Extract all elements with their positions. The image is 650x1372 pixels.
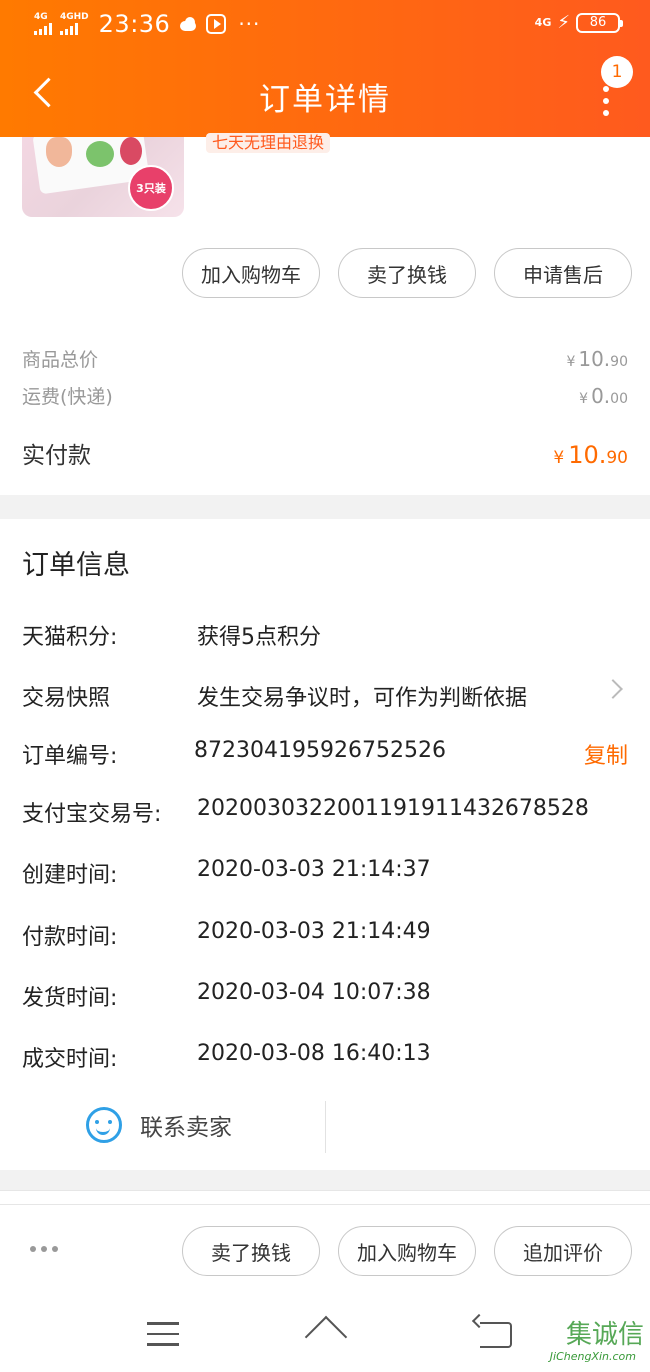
pack-badge: 3只装: [128, 165, 174, 211]
row-value: 获得5点积分: [197, 625, 321, 650]
bottom-action-row: 卖了换钱 加入购物车 追加评价: [182, 1226, 632, 1276]
divider: [325, 1101, 326, 1153]
row-key: 支付宝交易号:: [22, 802, 162, 827]
paid-total-label: 实付款: [22, 443, 91, 469]
row-key: 付款时间:: [22, 925, 118, 950]
notification-badge: 1: [601, 56, 633, 88]
network-label-1: 4G: [34, 12, 48, 22]
row-value: 2020-03-08 16:40:13: [197, 1041, 431, 1066]
row-value: 2020-03-03 21:14:49: [197, 919, 431, 944]
system-nav-bar: 集诚信 JiChengXin.com: [0, 1300, 650, 1372]
status-bar: 4G 4GHD 23:36 ··· 4G ⚡ 86: [0, 0, 650, 50]
battery-icon: 86: [576, 12, 623, 33]
add-review-button[interactable]: 追加评价: [494, 1226, 632, 1276]
page-title: 订单详情: [259, 82, 391, 118]
weather-cloud-icon: [178, 17, 198, 31]
goods-total-value: ¥10.90: [566, 347, 628, 371]
shipping-label: 运费(快递): [22, 386, 113, 408]
row-key: 创建时间:: [22, 863, 118, 888]
status-more-icon: ···: [238, 12, 261, 36]
row-value: 发生交易争议时，可作为判断依据: [197, 686, 528, 711]
network-label-2: 4GHD: [60, 12, 89, 22]
more-options-icon[interactable]: [594, 86, 618, 116]
order-info-card: 订单信息 天猫积分: 获得5点积分 交易快照 发生交易争议时，可作为判断依据 订…: [0, 519, 650, 1170]
row-key: 交易快照: [22, 686, 111, 711]
contact-seller-label: 联系卖家: [140, 1115, 232, 1141]
status-left: 4G 4GHD 23:36 ···: [34, 10, 260, 38]
video-app-icon: [206, 14, 227, 34]
contact-seller-button[interactable]: 联系卖家: [86, 1107, 232, 1143]
service-tag: 七天无理由退换: [206, 133, 331, 153]
row-key: 天猫积分:: [22, 625, 118, 650]
chat-smile-icon: [86, 1107, 122, 1143]
row-key: 发货时间:: [22, 986, 118, 1011]
product-thumbnail[interactable]: 3只装: [22, 137, 184, 217]
paid-total-value: ¥10.90: [553, 441, 628, 469]
order-info-title: 订单信息: [22, 550, 130, 581]
bottom-action-bar: 卖了换钱 加入购物车 追加评价: [0, 1204, 650, 1300]
resell-button[interactable]: 卖了换钱: [182, 1226, 320, 1276]
goods-total-row: 商品总价 ¥10.90: [22, 345, 628, 372]
add-to-cart-button[interactable]: 加入购物车: [338, 1226, 476, 1276]
row-value: 872304195926752526: [194, 738, 446, 763]
order-summary-card: 3只装 七天无理由退换 加入购物车 卖了换钱 申请售后 商品总价 ¥10.90 …: [0, 133, 650, 495]
app-header: 4G 4GHD 23:36 ··· 4G ⚡ 86 订单详情 1: [0, 0, 650, 137]
after-sales-button[interactable]: 申请售后: [494, 248, 632, 298]
status-time: 23:36: [98, 10, 171, 38]
add-to-cart-button[interactable]: 加入购物车: [182, 248, 320, 298]
menu-icon[interactable]: [147, 1322, 179, 1346]
snapshot-row[interactable]: 交易快照 发生交易争议时，可作为判断依据: [22, 679, 628, 711]
status-right: 4G ⚡ 86: [534, 12, 623, 33]
product-action-row: 加入购物车 卖了换钱 申请售后: [182, 248, 632, 298]
row-key: 成交时间:: [22, 1047, 118, 1072]
watermark-text: 集诚信: [565, 1320, 644, 1350]
watermark-url: JiChengXin.com: [549, 1350, 636, 1363]
row-value: 2020-03-03 21:14:37: [197, 857, 431, 882]
row-value: 2020-03-04 10:07:38: [197, 980, 431, 1005]
network-label-right: 4G: [534, 16, 552, 29]
charging-icon: ⚡: [557, 12, 570, 33]
shipping-row: 运费(快递) ¥0.00: [22, 382, 628, 409]
signal-icon-2: 4GHD: [60, 13, 89, 35]
row-value: 2020030322001191911432678528: [197, 796, 589, 821]
goods-total-label: 商品总价: [22, 349, 99, 371]
section-divider: [0, 1190, 650, 1204]
paid-total-row: 实付款 ¥10.90: [22, 436, 628, 470]
watermark-logo: 集诚信: [566, 1314, 644, 1351]
chevron-right-icon: [603, 679, 623, 699]
more-actions-icon[interactable]: [30, 1246, 58, 1252]
back-icon[interactable]: [480, 1322, 512, 1348]
shipping-value: ¥0.00: [579, 384, 628, 408]
home-icon[interactable]: [305, 1320, 345, 1348]
row-key: 订单编号:: [22, 744, 118, 769]
copy-order-number-button[interactable]: 复制: [584, 738, 628, 770]
resell-button[interactable]: 卖了换钱: [338, 248, 476, 298]
signal-icon-1: 4G: [34, 13, 52, 35]
